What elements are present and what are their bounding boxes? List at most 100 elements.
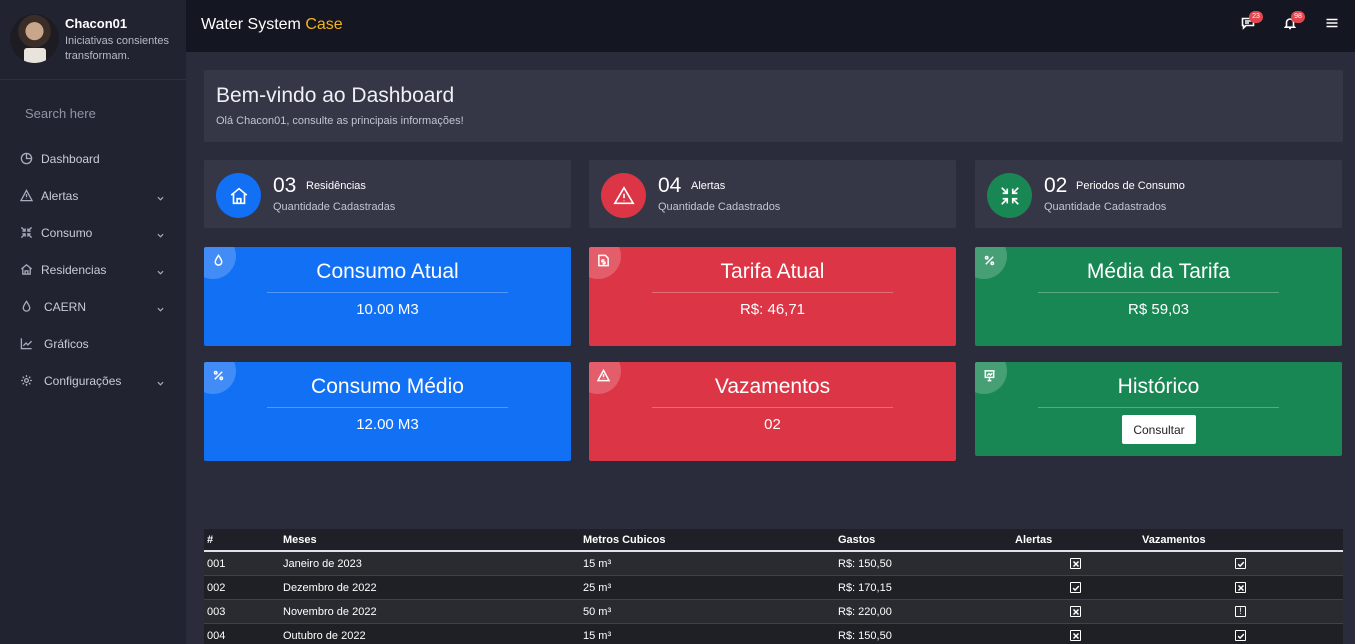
card-divider: [652, 407, 893, 408]
warning-icon: [19, 189, 33, 203]
cell-id: 002: [207, 582, 226, 594]
compress-icon: [19, 226, 33, 240]
sidebar-item-dashboard[interactable]: Dashboard: [0, 140, 186, 177]
chevron-down-icon: [157, 265, 164, 275]
stat-label: Residências: [306, 180, 366, 192]
chevron-down-icon: [157, 228, 164, 238]
card-value: 02: [764, 416, 781, 433]
card-divider: [1038, 292, 1279, 293]
card-divider: [267, 407, 508, 408]
cell-gastos: R$: 150,50: [838, 630, 892, 642]
card-divider: [1038, 407, 1279, 408]
col-header-gastos: Gastos: [838, 534, 876, 546]
chart-line-icon: [19, 337, 33, 351]
sidebar-item-label: Configurações: [44, 373, 122, 388]
avatar[interactable]: [10, 14, 59, 63]
x-box-icon: [1070, 630, 1081, 641]
sidebar-item-consumo[interactable]: Consumo: [0, 214, 186, 251]
sidebar-item-configuracoes[interactable]: Configurações: [0, 362, 186, 399]
stat-number: 04: [658, 174, 682, 197]
notifications-button[interactable]: 98: [1283, 11, 1305, 32]
chevron-down-icon: [157, 302, 164, 312]
chevron-down-icon: [157, 191, 164, 201]
card-vazamentos: Vazamentos 02: [589, 362, 956, 461]
stat-number: 02: [1044, 174, 1068, 197]
chevron-down-icon: [157, 376, 164, 386]
messages-button[interactable]: 23: [1241, 11, 1263, 32]
gear-icon: [19, 374, 33, 388]
stat-periodos: 02 Periodos de Consumo Quantidade Cadast…: [975, 160, 1342, 228]
cell-id: 004: [207, 630, 226, 642]
col-header-id: #: [207, 534, 214, 546]
stat-label: Alertas: [691, 180, 726, 192]
card-title: Consumo Atual: [316, 260, 459, 283]
brand-main: Water System: [201, 16, 301, 33]
page-subtitle: Olá Chacon01, consulte as principais inf…: [216, 115, 464, 127]
card-value: 10.00 M3: [356, 301, 419, 318]
col-header-metros: Metros Cubicos: [583, 534, 666, 546]
sidebar-item-graficos[interactable]: Gráficos: [0, 325, 186, 362]
sidebar-item-label: Consumo: [41, 225, 93, 240]
card-consumo-atual: Consumo Atual 10.00 M3: [204, 247, 571, 346]
card-title: Vazamentos: [714, 375, 831, 398]
stat-sub: Quantidade Cadastradas: [273, 201, 396, 213]
card-historico: Histórico Consultar: [975, 362, 1342, 456]
table-row[interactable]: 003 Novembro de 2022 50 m³ R$: 220,00!: [204, 600, 1343, 624]
table-row[interactable]: 004 Outubro de 2022 15 m³ R$: 150,50: [204, 624, 1343, 644]
profile-tagline: Iniciativas consientes transformam.: [65, 35, 169, 62]
cell-mes: Novembro de 2022: [283, 606, 377, 618]
warning-icon: [601, 173, 646, 218]
check-box-icon: [1070, 582, 1081, 593]
table-row[interactable]: 001 Janeiro de 2023 15 m³ R$: 150,50: [204, 552, 1343, 576]
top-bar: Water System Case 23 98: [186, 0, 1355, 52]
table-row[interactable]: 002 Dezembro de 2022 25 m³ R$: 170,15: [204, 576, 1343, 600]
dashboard-icon: [19, 152, 33, 166]
col-header-alertas: Alertas: [1015, 534, 1053, 546]
card-value: R$ 59,03: [1128, 301, 1189, 318]
sidebar-nav: Dashboard Alertas Consumo Residencias CA…: [0, 140, 186, 399]
col-header-vazamentos: Vazamentos: [1142, 534, 1206, 546]
card-title: Tarifa Atual: [720, 260, 825, 283]
consultar-button[interactable]: Consultar: [1122, 415, 1196, 444]
welcome-card: Bem-vindo ao Dashboard Olá Chacon01, con…: [204, 70, 1343, 142]
consumption-table: # Meses Metros Cubicos Gastos Alertas Va…: [204, 529, 1343, 644]
cell-mes: Janeiro de 2023: [283, 558, 362, 570]
cell-mes: Outubro de 2022: [283, 630, 366, 642]
stat-sub: Quantidade Cadastrados: [1044, 201, 1167, 213]
profile-name: Chacon01: [65, 16, 128, 31]
card-media-tarifa: Média da Tarifa R$ 59,03: [975, 247, 1342, 346]
notifications-badge: 98: [1291, 11, 1305, 23]
cell-mes: Dezembro de 2022: [283, 582, 377, 594]
cell-metros: 15 m³: [583, 630, 612, 642]
page-title: Bem-vindo ao Dashboard: [216, 84, 455, 107]
stat-label: Periodos de Consumo: [1076, 180, 1185, 192]
messages-badge: 23: [1249, 11, 1263, 23]
card-divider: [652, 292, 893, 293]
stat-residencias: 03 Residências Quantidade Cadastradas: [204, 160, 571, 228]
house-icon: [216, 173, 261, 218]
menu-button[interactable]: [1325, 16, 1341, 32]
sidebar: Chacon01 Iniciativas consientes transfor…: [0, 0, 186, 644]
card-title: Histórico: [1117, 375, 1200, 398]
sidebar-item-alertas[interactable]: Alertas: [0, 177, 186, 214]
sidebar-item-residencias[interactable]: Residencias: [0, 251, 186, 288]
hamburger-icon: [1325, 17, 1339, 34]
stat-sub: Quantidade Cadastrados: [658, 201, 781, 213]
cell-id: 003: [207, 606, 226, 618]
brand-accent: Case: [305, 16, 343, 33]
sidebar-item-caern[interactable]: CAERN: [0, 288, 186, 325]
card-value: R$: 46,71: [739, 301, 806, 318]
check-box-icon: [1235, 630, 1246, 641]
sidebar-item-label: CAERN: [44, 299, 87, 314]
stat-number: 03: [273, 174, 297, 197]
cell-id: 001: [207, 558, 226, 570]
sidebar-item-label: Gráficos: [44, 336, 89, 351]
x-box-icon: [1070, 606, 1081, 617]
search-input[interactable]: Search here: [25, 106, 96, 121]
cell-gastos: R$: 150,50: [838, 558, 892, 570]
x-box-icon: [1235, 582, 1246, 593]
cell-metros: 50 m³: [583, 606, 612, 618]
sidebar-item-label: Dashboard: [41, 151, 100, 166]
brand-title[interactable]: Water System Case: [201, 16, 343, 34]
home-icon: [19, 263, 33, 277]
